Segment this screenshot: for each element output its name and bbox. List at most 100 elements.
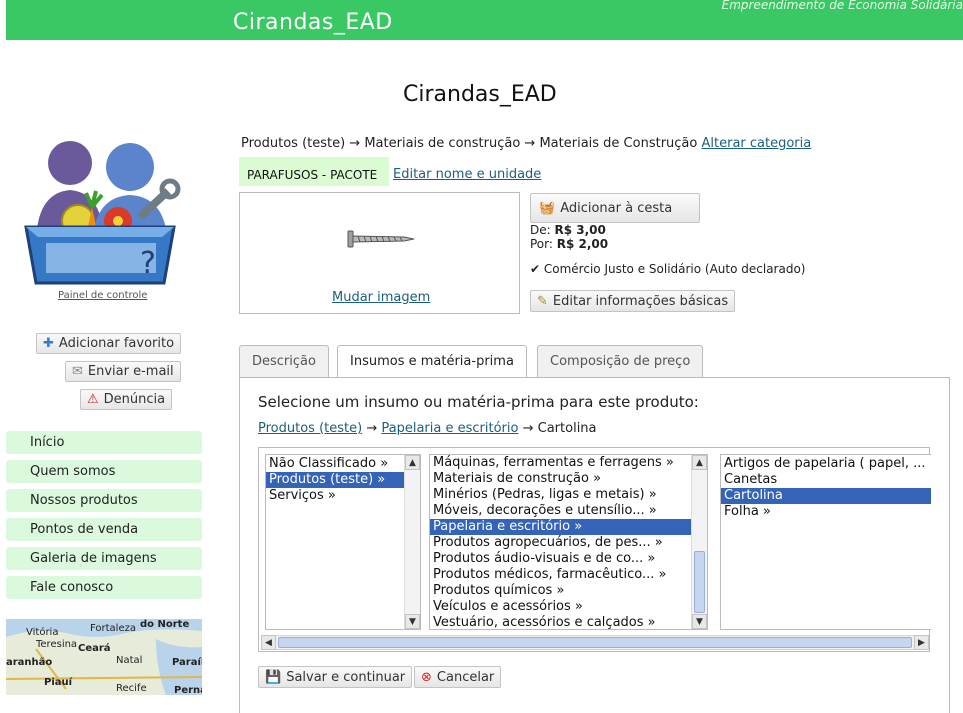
send-email-button[interactable]: ✉ Enviar e-mail (65, 361, 181, 382)
category-option[interactable]: Produtos agropecuários, de pes... » (430, 535, 707, 551)
basket-icon: 🧺 (539, 200, 556, 216)
scroll-up-icon[interactable]: ▲ (692, 455, 707, 470)
save-continue-label: Salvar e continuar (286, 669, 406, 685)
scroll-thumb[interactable] (694, 551, 705, 613)
report-button[interactable]: ⚠ Denúncia (80, 389, 173, 410)
change-image-link[interactable]: Mudar imagem (332, 290, 430, 305)
control-panel-link[interactable]: Painel de controle (58, 290, 147, 301)
nav-item-sale-points[interactable]: Pontos de venda (6, 518, 202, 541)
category-option[interactable]: Produtos (teste) » (266, 472, 420, 488)
category-browser-hscrollbar[interactable]: ◀ ▶ (261, 635, 929, 650)
add-favorite-button[interactable]: ✚ Adicionar favorito (36, 333, 182, 354)
selected-category-path: Produtos (teste) → Papelaria e escritóri… (258, 421, 597, 436)
category-browser[interactable]: Não Classificado » Produtos (teste) » Se… (258, 447, 931, 652)
path-link-products[interactable]: Produtos (teste) (258, 421, 362, 436)
cancel-button[interactable]: ⊗ Cancelar (414, 666, 502, 688)
original-price: De: R$ 3,00 (530, 223, 606, 237)
category-column-1-scrollbar[interactable]: ▲ ▼ (404, 455, 420, 629)
category-option[interactable]: Produtos áudio-visuais e de co... » (430, 551, 707, 567)
map-label: aranhão (6, 657, 53, 668)
tab-description[interactable]: Descrição (239, 345, 329, 377)
nav-item-contact[interactable]: Fale conosco (6, 576, 202, 599)
svg-text:?: ? (140, 246, 156, 281)
category-option[interactable]: Serviços » (266, 488, 420, 504)
site-name[interactable]: Cirandas_EAD (233, 10, 393, 35)
nav-item-home[interactable]: Início (6, 431, 202, 454)
category-option[interactable]: Vestuário, acessórios e calçados » (430, 615, 707, 629)
category-option[interactable]: Materiais de construção » (430, 471, 707, 487)
report-label: Denúncia (103, 392, 166, 407)
product-name: PARAFUSOS - PACOTE (247, 168, 378, 182)
path-current: Cartolina (537, 421, 597, 436)
cancel-icon: ⊗ (421, 669, 432, 685)
path-separator: → (366, 421, 378, 436)
nav-item-image-gallery[interactable]: Galeria de imagens (6, 547, 202, 570)
site-tagline: Empreendimento de Economia Solidária (721, 0, 963, 12)
page-title: Cirandas_EAD (403, 82, 557, 107)
category-option[interactable]: Produtos químicos » (430, 583, 707, 599)
check-icon: ✔ (530, 262, 541, 276)
map-label: Vitória (26, 627, 59, 638)
change-category-link[interactable]: Alterar categoria (702, 136, 812, 151)
envelope-icon: ✉ (72, 364, 83, 379)
category-breadcrumb: Produtos (teste) → Materiais de construç… (241, 136, 811, 151)
category-column-3[interactable]: Artigos de papelaria ( papel, ... Caneta… (720, 454, 931, 630)
category-option[interactable]: Máquinas, ferramentas e ferragens » (430, 455, 707, 471)
category-option[interactable]: Produtos médicos, farmacêutico... » (430, 567, 707, 583)
category-option[interactable]: Veículos e acessórios » (430, 599, 707, 615)
fair-trade-qualifier: ✔ Comércio Justo e Solidário (Auto decla… (530, 262, 806, 276)
scroll-down-icon[interactable]: ▼ (405, 614, 420, 629)
tab-inputs[interactable]: Insumos e matéria-prima (337, 345, 527, 378)
category-column-2[interactable]: Máquinas, ferramentas e ferragens » Mate… (429, 454, 708, 630)
add-to-basket-label: Adicionar à cesta (560, 200, 673, 216)
plus-icon: ✚ (43, 336, 54, 351)
tab-price-composition[interactable]: Composição de preço (537, 345, 704, 377)
sale-price-label: Por: (530, 237, 553, 251)
add-to-basket-button[interactable]: 🧺 Adicionar à cesta (530, 193, 700, 223)
category-option[interactable]: Móveis, decorações e utensílio... » (430, 503, 707, 519)
category-option[interactable]: Cartolina (721, 488, 931, 504)
cancel-label: Cancelar (436, 669, 495, 685)
category-option[interactable]: Folha » (721, 504, 931, 520)
edit-basic-info-label: Editar informações básicas (552, 293, 729, 309)
location-map[interactable]: Vitória Fortaleza do Norte Teresina Cear… (6, 619, 202, 695)
add-favorite-label: Adicionar favorito (58, 336, 175, 351)
map-label: Teresina (36, 639, 78, 650)
nav-item-about[interactable]: Quem somos (6, 460, 202, 483)
path-link-stationery[interactable]: Papelaria e escritório (381, 421, 518, 436)
map-label: do Norte (140, 619, 190, 630)
scroll-right-icon[interactable]: ▶ (914, 635, 929, 650)
map-label: Piauí (44, 677, 73, 688)
edit-name-unit-link[interactable]: Editar nome e unidade (393, 167, 541, 182)
enterprise-logo[interactable]: ? (22, 135, 184, 290)
map-label: Fortaleza (90, 623, 136, 634)
category-column-1[interactable]: Não Classificado » Produtos (teste) » Se… (265, 454, 421, 630)
fair-trade-label: Comércio Justo e Solidário (Auto declara… (543, 262, 806, 276)
category-option[interactable]: Artigos de papelaria ( papel, ... (721, 456, 931, 472)
scroll-down-icon[interactable]: ▼ (692, 614, 707, 629)
sale-price: Por: R$ 2,00 (530, 237, 608, 251)
scroll-up-icon[interactable]: ▲ (405, 455, 420, 470)
warning-icon: ⚠ (87, 392, 99, 407)
map-label: Natal (116, 655, 143, 666)
map-label: Paraíb (172, 657, 202, 668)
category-path: Produtos (teste) → Materiais de construç… (241, 136, 698, 151)
original-price-value: R$ 3,00 (554, 223, 606, 237)
save-continue-button[interactable]: 💾 Salvar e continuar (258, 666, 413, 688)
select-input-prompt: Selecione um insumo ou matéria-prima par… (258, 393, 699, 411)
map-label: Recife (116, 683, 147, 694)
category-option[interactable]: Minérios (Pedras, ligas e metais) » (430, 487, 707, 503)
category-option[interactable]: Não Classificado » (266, 456, 420, 472)
category-option[interactable]: Canetas (721, 472, 931, 488)
nav-item-products[interactable]: Nossos produtos (6, 489, 202, 512)
screw-image (347, 230, 415, 248)
category-option[interactable]: Papelaria e escritório » (430, 519, 707, 535)
map-label: Ceará (78, 643, 111, 654)
path-separator: → (522, 421, 534, 436)
edit-icon: ✎ (537, 293, 548, 309)
scroll-left-icon[interactable]: ◀ (261, 635, 276, 650)
edit-basic-info-button[interactable]: ✎ Editar informações básicas (530, 290, 736, 312)
scroll-thumb[interactable] (278, 637, 912, 648)
original-price-label: De: (530, 223, 551, 237)
category-column-2-scrollbar[interactable]: ▲ ▼ (691, 455, 707, 629)
